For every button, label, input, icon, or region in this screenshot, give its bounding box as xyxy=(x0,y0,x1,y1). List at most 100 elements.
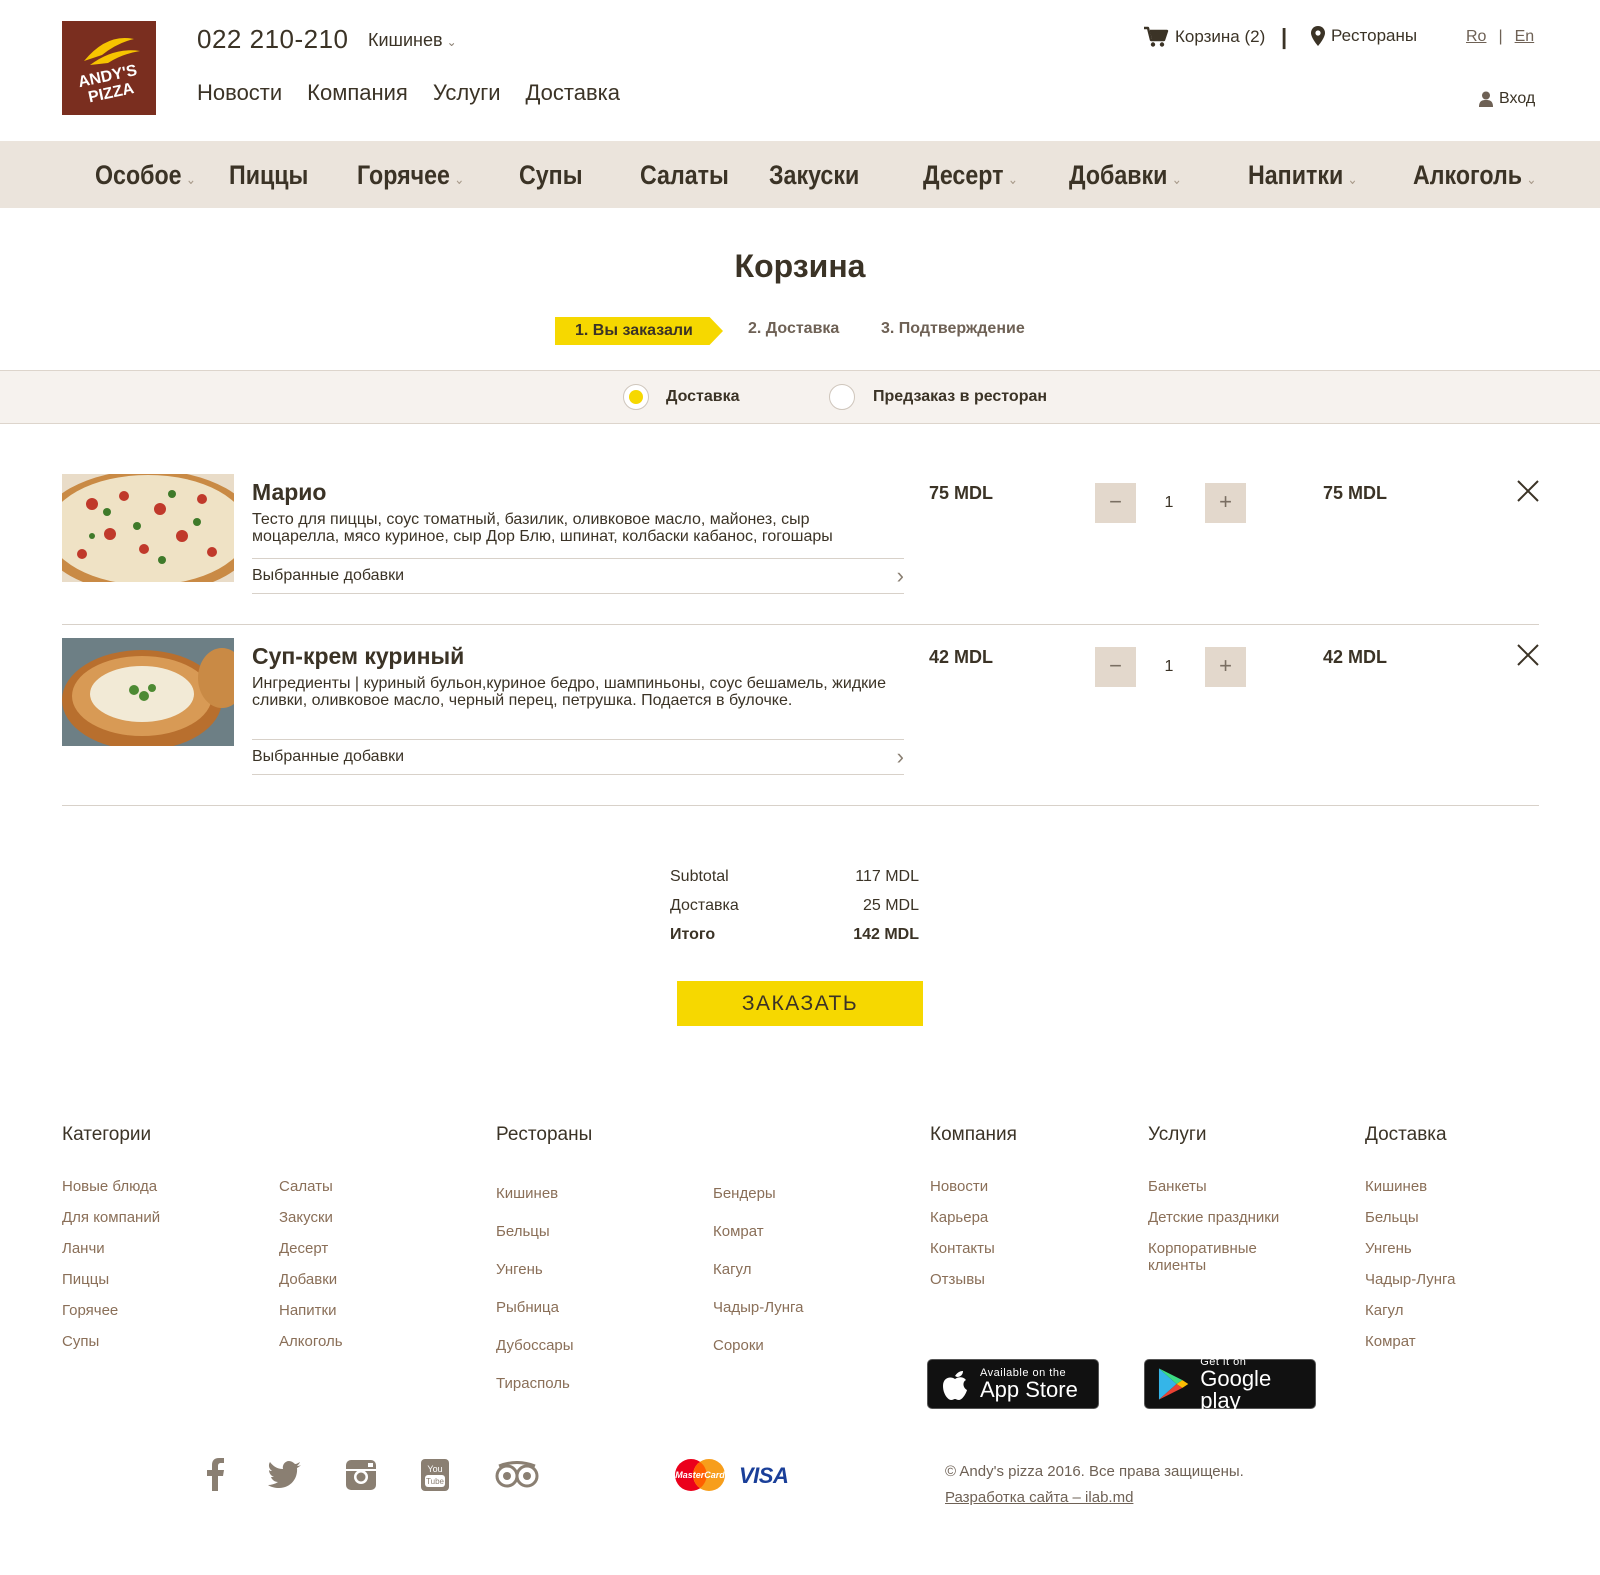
footer-link[interactable]: Унгень xyxy=(496,1261,574,1299)
footer-link[interactable]: Корпоративные клиенты xyxy=(1148,1240,1298,1274)
city-label: Кишинев xyxy=(368,30,443,50)
item-total-price: 42 MDL xyxy=(1323,647,1388,667)
category-pizza[interactable]: Пиццы xyxy=(229,160,308,191)
footer-link[interactable]: Комрат xyxy=(713,1223,804,1261)
google-play-badge[interactable]: Get it on Google play xyxy=(1144,1356,1316,1412)
mastercard-text: MasterCard xyxy=(675,1470,725,1480)
footer-link[interactable]: Чадыр-Лунга xyxy=(713,1299,804,1337)
footer-link[interactable]: Детские праздники xyxy=(1148,1209,1298,1240)
category-special[interactable]: Особое ⌄ xyxy=(95,160,196,191)
item-description: Ингредиенты | куриный бульон,куриное бед… xyxy=(252,675,886,709)
nav-delivery[interactable]: Доставка xyxy=(526,80,620,106)
footer-link[interactable]: Бельцы xyxy=(496,1223,574,1261)
app-store-badge[interactable]: Available on the App Store xyxy=(927,1359,1099,1409)
lang-en[interactable]: En xyxy=(1515,28,1535,46)
footer-services-links: Банкеты Детские праздники Корпоративные … xyxy=(1148,1178,1298,1274)
twitter-icon[interactable] xyxy=(267,1457,303,1493)
order-button[interactable]: ЗАКАЗАТЬ xyxy=(677,981,923,1026)
nav-news[interactable]: Новости xyxy=(197,80,282,106)
nav-company[interactable]: Компания xyxy=(307,80,408,106)
category-dessert[interactable]: Десерт ⌄ xyxy=(923,160,1018,191)
item-addons-toggle[interactable]: Выбранные добавки › xyxy=(252,558,904,594)
footer-link[interactable]: Десерт xyxy=(279,1240,343,1271)
footer-link[interactable]: Добавки xyxy=(279,1271,343,1302)
item-unit-price: 75 MDL xyxy=(929,483,994,503)
facebook-icon[interactable] xyxy=(198,1457,234,1493)
footer-link[interactable]: Тирасполь xyxy=(496,1375,574,1413)
footer-link[interactable]: Рыбница xyxy=(496,1299,574,1337)
close-icon[interactable] xyxy=(1515,478,1541,504)
footer-link[interactable]: Банкеты xyxy=(1148,1178,1298,1209)
subtotal-label: Subtotal xyxy=(670,868,729,885)
category-soups[interactable]: Супы xyxy=(519,160,583,191)
cart-link[interactable]: Корзина (2) xyxy=(1143,26,1265,48)
preorder-radio-label[interactable]: Предзаказ в ресторан xyxy=(873,388,1047,406)
restaurants-link[interactable]: Рестораны xyxy=(1311,26,1417,46)
lang-ro[interactable]: Ro xyxy=(1466,28,1486,46)
footer-link[interactable]: Контакты xyxy=(930,1240,995,1271)
developer-link[interactable]: Разработка сайта – ilab.md xyxy=(945,1489,1133,1506)
step-ordered[interactable]: 1. Вы заказали xyxy=(555,317,723,345)
chevron-down-icon: ⌄ xyxy=(1526,171,1537,187)
svg-text:You: You xyxy=(427,1464,442,1474)
step-confirmation[interactable]: 3. Подтверждение xyxy=(881,320,1025,338)
category-drinks[interactable]: Напитки ⌄ xyxy=(1248,160,1358,191)
footer-restaurants-title: Рестораны xyxy=(496,1124,593,1145)
footer-link[interactable]: Пиццы xyxy=(62,1271,160,1302)
footer-link[interactable]: Дубоссары xyxy=(496,1337,574,1375)
footer-link[interactable]: Для компаний xyxy=(62,1209,160,1240)
item-addons-toggle[interactable]: Выбранные добавки › xyxy=(252,739,904,775)
footer-link[interactable]: Унгень xyxy=(1365,1240,1456,1271)
category-hot[interactable]: Горячее ⌄ xyxy=(357,160,464,191)
footer-link[interactable]: Кагул xyxy=(1365,1302,1456,1333)
footer-link[interactable]: Новости xyxy=(930,1178,995,1209)
footer-link[interactable]: Комрат xyxy=(1365,1333,1456,1364)
items-end-divider xyxy=(62,805,1539,806)
footer-link[interactable]: Кагул xyxy=(713,1261,804,1299)
footer-link[interactable]: Напитки xyxy=(279,1302,343,1333)
login-link[interactable]: Вход xyxy=(1479,90,1535,108)
delivery-radio[interactable] xyxy=(623,384,649,410)
youtube-icon[interactable]: You Tube xyxy=(417,1457,453,1493)
footer-link[interactable]: Алкоголь xyxy=(279,1333,343,1364)
tripadvisor-icon[interactable] xyxy=(494,1461,540,1489)
city-selector[interactable]: Кишинев ⌄ xyxy=(368,30,457,51)
category-snacks[interactable]: Закуски xyxy=(769,160,859,191)
footer-link[interactable]: Бельцы xyxy=(1365,1209,1456,1240)
step-delivery[interactable]: 2. Доставка xyxy=(748,320,839,338)
phone-number[interactable]: 022 210-210 xyxy=(197,24,349,55)
footer-link[interactable]: Закуски xyxy=(279,1209,343,1240)
footer-link[interactable]: Супы xyxy=(62,1333,160,1364)
footer-link[interactable]: Бендеры xyxy=(713,1185,804,1223)
category-label: Закуски xyxy=(769,160,860,190)
footer-services-title: Услуги xyxy=(1148,1124,1207,1145)
instagram-icon[interactable] xyxy=(343,1457,379,1493)
quantity-decrease-button[interactable]: − xyxy=(1095,647,1136,687)
total-label: Итого xyxy=(670,926,716,943)
footer-link[interactable]: Отзывы xyxy=(930,1271,995,1302)
quantity-increase-button[interactable]: + xyxy=(1205,647,1246,687)
category-alcohol[interactable]: Алкоголь ⌄ xyxy=(1413,160,1536,191)
quantity-decrease-button[interactable]: − xyxy=(1095,483,1136,523)
footer-delivery-links: Кишинев Бельцы Унгень Чадыр-Лунга Кагул … xyxy=(1365,1178,1456,1364)
footer-link[interactable]: Новые блюда xyxy=(62,1178,160,1209)
footer-link[interactable]: Чадыр-Лунга xyxy=(1365,1271,1456,1302)
chevron-down-icon: ⌄ xyxy=(185,171,196,187)
footer-link[interactable]: Салаты xyxy=(279,1178,343,1209)
category-salads[interactable]: Салаты xyxy=(640,160,729,191)
category-addons[interactable]: Добавки ⌄ xyxy=(1069,160,1182,191)
footer-link[interactable]: Карьера xyxy=(930,1209,995,1240)
footer-link[interactable]: Горячее xyxy=(62,1302,160,1333)
delivery-radio-label[interactable]: Доставка xyxy=(666,388,740,406)
preorder-radio[interactable] xyxy=(829,384,855,410)
site-logo[interactable]: ANDY'S PIZZA xyxy=(62,21,156,115)
footer-link[interactable]: Кишинев xyxy=(1365,1178,1456,1209)
footer-link[interactable]: Кишинев xyxy=(496,1185,574,1223)
footer-link[interactable]: Ланчи xyxy=(62,1240,160,1271)
nav-services[interactable]: Услуги xyxy=(433,80,501,106)
header-separator: | xyxy=(1281,24,1288,49)
quantity-increase-button[interactable]: + xyxy=(1205,483,1246,523)
footer-link[interactable]: Сороки xyxy=(713,1337,804,1375)
item-image-soup xyxy=(62,638,234,746)
close-icon[interactable] xyxy=(1515,642,1541,668)
